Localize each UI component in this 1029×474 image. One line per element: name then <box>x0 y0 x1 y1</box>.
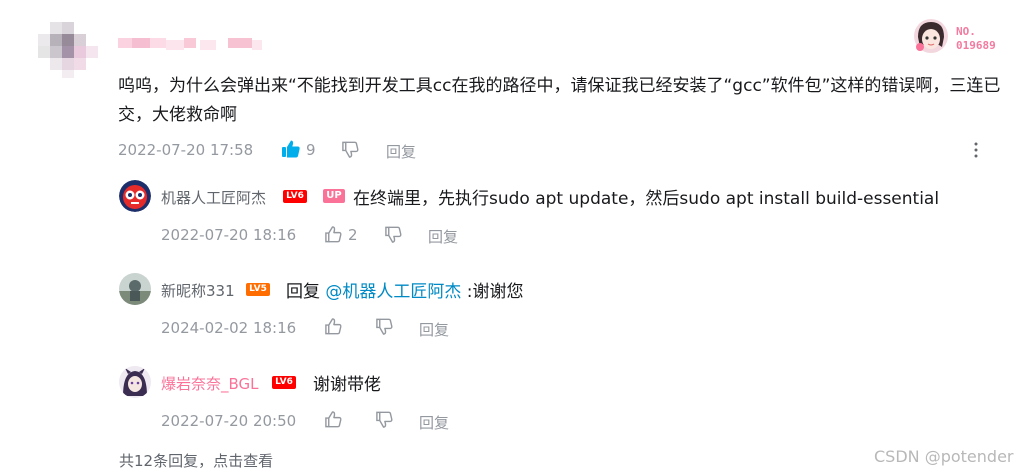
more-options-icon[interactable] <box>972 141 980 159</box>
reply-3-text: 谢谢带佬 <box>313 375 381 395</box>
reply-1-text: 在终端里，先执行sudo apt update，然后sudo apt insta… <box>353 189 940 209</box>
commenter-name-blurred[interactable] <box>118 34 264 54</box>
reply-3-avatar[interactable] <box>119 366 151 398</box>
reply-2-avatar[interactable] <box>119 273 151 305</box>
reply-1-avatar[interactable] <box>119 180 151 212</box>
commenter-avatar-blurred[interactable] <box>36 16 98 78</box>
fan-badge-avatar-icon <box>912 17 950 55</box>
comment-text: 呜呜，为什么会弹出来“不能找到开发工具cc在我的路径中，请保证我已经安装了“gc… <box>118 76 1001 125</box>
fan-badge: NO. 019689 <box>912 17 1012 57</box>
reply-2-username[interactable]: 新昵称331 <box>161 280 235 301</box>
comment-reply-button[interactable]: 回复 <box>386 141 416 162</box>
reply-2-prefix: 回复 <box>286 282 326 302</box>
reply-3-thumb-down-icon[interactable] <box>375 410 394 429</box>
view-more-replies-link[interactable]: 共12条回复，点击查看 <box>119 450 273 471</box>
reply-1-up-badge: UP <box>323 189 345 203</box>
reply-2-text: :谢谢您 <box>461 282 524 302</box>
reply-2-time: 2024-02-02 18:16 <box>161 319 297 337</box>
reply-1-level-badge: LV6 <box>283 190 307 203</box>
reply-3-username[interactable]: 爆岩奈奈_BGL <box>161 373 259 394</box>
reply-2-level-badge: LV5 <box>246 283 270 296</box>
reply-3-reply-button[interactable]: 回复 <box>419 412 449 433</box>
reply-2-mention-link[interactable]: @机器人工匠阿杰 <box>325 282 461 302</box>
reply-2-thumb-up-icon[interactable] <box>324 317 343 336</box>
comment-time: 2022-07-20 17:58 <box>118 141 254 159</box>
reply-1-thumb-up-icon[interactable] <box>324 225 343 244</box>
reply-2-reply-button[interactable]: 回复 <box>419 319 449 340</box>
comment-like-count: 9 <box>306 141 316 159</box>
reply-1-like-count: 2 <box>348 226 358 244</box>
thumb-down-icon[interactable] <box>341 140 360 159</box>
fan-badge-no-label: NO. <box>956 25 976 38</box>
reply-1-username[interactable]: 机器人工匠阿杰 <box>161 187 266 208</box>
thumb-up-icon-liked[interactable] <box>281 139 301 159</box>
fan-badge-number: 019689 <box>956 39 996 52</box>
reply-3-time: 2022-07-20 20:50 <box>161 412 297 430</box>
reply-1-reply-button[interactable]: 回复 <box>428 226 458 247</box>
reply-2-text-line: 回复 @机器人工匠阿杰 :谢谢您 <box>286 277 524 302</box>
reply-1-time: 2022-07-20 18:16 <box>161 226 297 244</box>
reply-3-thumb-up-icon[interactable] <box>324 410 343 429</box>
reply-3-level-badge: LV6 <box>272 376 296 389</box>
reply-1-thumb-down-icon[interactable] <box>384 225 403 244</box>
csdn-watermark: CSDN @potender <box>874 447 1014 466</box>
reply-2-thumb-down-icon[interactable] <box>375 317 394 336</box>
